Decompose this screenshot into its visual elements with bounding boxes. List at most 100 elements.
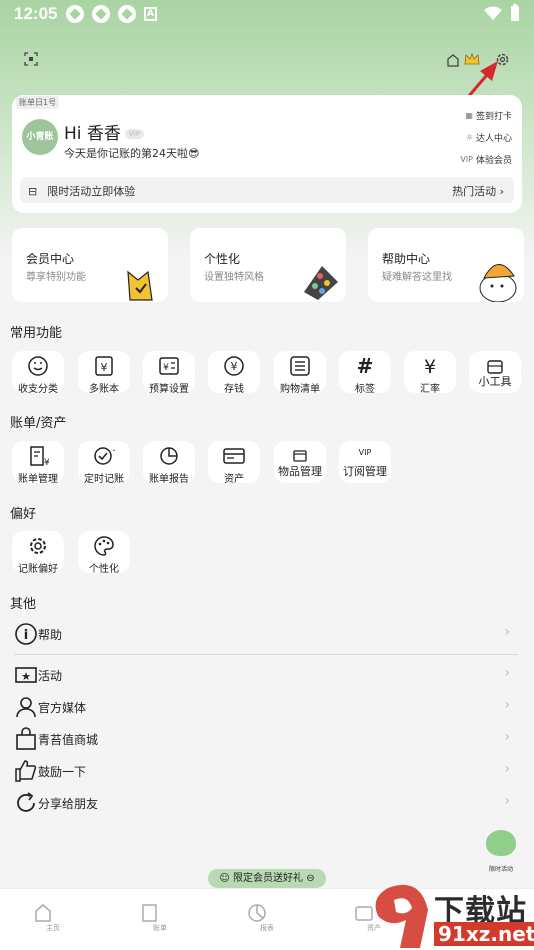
profile-card: 小青账 Hi 香香 VIP 今天是你记账的第24天啦😎 ▦ 签到打卡 ☼ 达人中心… (12, 95, 522, 213)
tab-bills[interactable]: 账单 (140, 903, 180, 933)
expert-center-link[interactable]: ☼ 达人中心 (466, 131, 512, 144)
svg-text:★: ★ (21, 670, 31, 683)
item-manage-tile[interactable]: 物品管理 (274, 441, 326, 483)
shopping-bag-icon (16, 727, 36, 750)
share-row[interactable]: 分享给朋友 › (14, 789, 520, 817)
svg-text:¥: ¥ (424, 356, 436, 378)
notification-badge: A (144, 7, 157, 21)
greeting: Hi 香香 VIP (64, 119, 144, 144)
svg-text:¥: ¥ (101, 361, 108, 374)
report-icon (248, 904, 266, 922)
card-subtitle: 设置独特风格 (204, 272, 264, 283)
bill-manage-tile[interactable]: ¥ 账单管理 (12, 441, 64, 485)
app-notification-icon (66, 5, 84, 23)
scan-icon[interactable] (24, 52, 38, 66)
svg-text:+: + (112, 446, 115, 456)
chevron-right-icon: › (504, 665, 510, 681)
member-center-card[interactable]: 会员中心 尊享特别功能 (12, 228, 168, 302)
tiger-mascot-icon (479, 264, 517, 302)
palette-icon (304, 266, 338, 300)
category-tile[interactable]: 收支分类 (12, 351, 64, 395)
greeting-text: Hi 香香 (64, 124, 121, 144)
close-icon[interactable]: ⊖ (306, 873, 314, 884)
multi-ledger-tile[interactable]: ¥ 多账本 (78, 351, 130, 395)
gear-icon (30, 538, 46, 554)
svg-text:i: i (24, 628, 28, 643)
personalize-card[interactable]: 个性化 设置独特风格 (190, 228, 346, 302)
svg-text:¥: ¥ (163, 363, 169, 373)
svg-text:#: # (357, 354, 374, 378)
vip-icon: VIP (460, 155, 473, 164)
days-counter: 今天是你记账的第24天啦😎 (64, 147, 200, 160)
info-icon: i (15, 623, 37, 645)
trial-vip-link[interactable]: VIP 体验会员 (460, 153, 512, 166)
battery-icon (511, 4, 519, 21)
chevron-right-icon: › (504, 793, 510, 809)
ledger-book-icon: ¥ (95, 356, 113, 376)
activity-row[interactable]: ★ 活动 › (14, 661, 520, 689)
scheduled-bill-tile[interactable]: + 定时记账 (78, 441, 130, 485)
hash-icon: # (357, 354, 374, 378)
vip-icon: VIP (358, 448, 372, 457)
member-gift-banner[interactable]: ☺ 限定会员送好礼 ⊖ (208, 869, 326, 888)
gift-icon: ☺ (219, 873, 230, 884)
tools-tile[interactable]: 小工具 (469, 351, 521, 393)
divider (14, 654, 518, 655)
encourage-row[interactable]: 鼓励一下 › (14, 757, 520, 785)
card-title: 个性化 (204, 252, 241, 266)
clock-check-icon: + (94, 446, 115, 465)
chevron-right-icon: › (504, 697, 510, 713)
assets-tile[interactable]: 资产 (208, 441, 260, 485)
card-title: 会员中心 (26, 252, 75, 266)
share-icon (17, 792, 35, 812)
section-others-title: 其他 (10, 597, 37, 612)
checkin-link[interactable]: ▦ 签到打卡 (465, 109, 512, 122)
app-notification-icon (92, 5, 110, 23)
chevron-right-icon: › (504, 729, 510, 745)
limited-activity-float[interactable]: 限时活动 (484, 830, 518, 873)
ticket-icon: ⊟ (28, 184, 38, 198)
svg-text:¥: ¥ (231, 360, 238, 373)
shopping-list-tile[interactable]: 购物清单 (274, 351, 326, 395)
watermark-url: 91xz.net (434, 922, 534, 946)
star-ticket-icon: ★ (15, 667, 37, 683)
bill-doc-icon: ¥ (30, 446, 49, 468)
card-icon (223, 448, 245, 464)
help-row[interactable]: i 帮助 › (14, 620, 520, 648)
svg-text:¥: ¥ (44, 458, 49, 468)
tab-home[interactable]: 主页 (33, 903, 73, 933)
avatar[interactable]: 小青账 (22, 119, 58, 155)
sun-icon: ☼ (465, 133, 473, 142)
tag-tile[interactable]: # 标签 (339, 351, 391, 395)
list-icon (290, 356, 310, 376)
chevron-right-icon: › (504, 761, 510, 777)
section-bills-title: 账单/资产 (10, 416, 67, 431)
tab-reports[interactable]: 报表 (247, 903, 287, 933)
exchange-rate-tile[interactable]: ¥ 汇率 (404, 351, 456, 395)
palette-icon (94, 536, 114, 556)
personalize-tile[interactable]: 个性化 (78, 531, 130, 575)
bill-icon (142, 904, 157, 922)
card-subtitle: 尊享特别功能 (26, 272, 86, 283)
hot-activity-link[interactable]: 热门活动 › (452, 183, 504, 199)
official-media-row[interactable]: 官方媒体 › (14, 693, 520, 721)
help-center-card[interactable]: 帮助中心 疑难解答这里找 (368, 228, 524, 302)
bill-report-tile[interactable]: 账单报告 (143, 441, 195, 485)
budget-tile[interactable]: ¥ 预算设置 (143, 351, 195, 395)
calendar-icon: ▦ (465, 111, 473, 120)
bookkeeping-pref-tile[interactable]: 记账偏好 (12, 531, 64, 575)
promo-text: 限时活动立即体验 (47, 185, 136, 198)
promo-bar[interactable]: ⊟ 限时活动立即体验 热门活动 › (20, 177, 514, 203)
subscription-tile[interactable]: VIP 订阅管理 (339, 441, 391, 483)
card-subtitle: 疑难解答这里找 (382, 272, 452, 283)
moss-store-row[interactable]: 青苔值商城 › (14, 725, 520, 753)
section-common-title: 常用功能 (10, 326, 63, 341)
smiley-icon (28, 356, 48, 376)
card-title: 帮助中心 (382, 252, 431, 266)
app-notification-icon (118, 5, 136, 23)
savings-tile[interactable]: ¥ 存钱 (208, 351, 260, 395)
clock: 12:05 (14, 4, 58, 23)
coin-icon: ¥ (224, 356, 244, 376)
cat-mascot-icon (127, 270, 153, 301)
thumbs-up-icon (15, 760, 37, 782)
